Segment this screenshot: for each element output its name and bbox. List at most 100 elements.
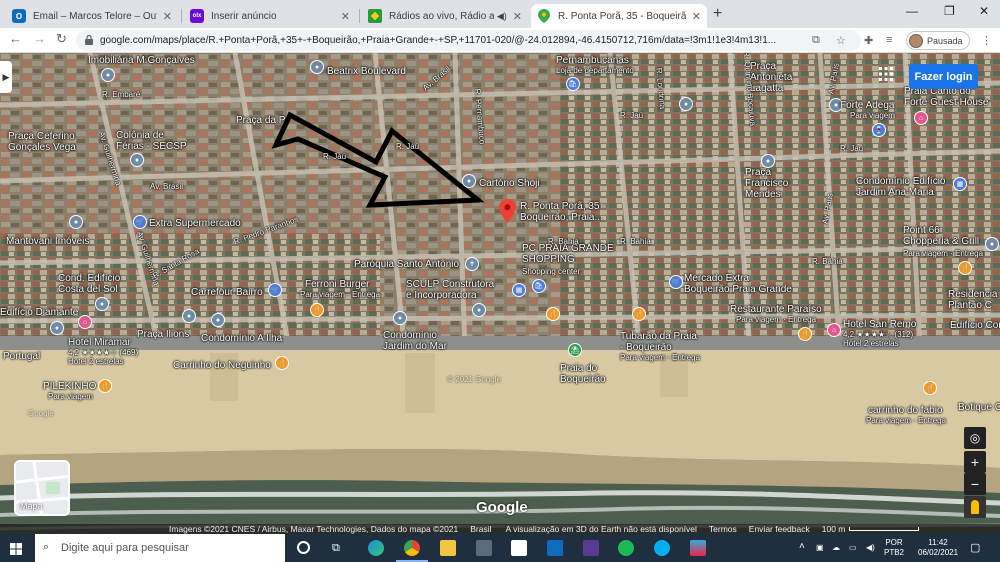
place-label[interactable]: Paróquia Santo Antônio: [354, 259, 459, 270]
selected-location-pin[interactable]: [499, 199, 516, 223]
place-label[interactable]: SCULP Construtora e Incorporadora: [406, 279, 494, 301]
reading-list-icon[interactable]: ≡: [886, 34, 892, 46]
restaurant-icon[interactable]: 🍴: [98, 379, 112, 393]
restaurant-icon[interactable]: 🍴: [958, 261, 972, 275]
place-label[interactable]: Imobiliária M.Gonçalves: [88, 55, 195, 66]
restaurant-icon[interactable]: 🍴: [923, 381, 937, 395]
place-label[interactable]: Carrinho do Neguinho: [173, 360, 271, 371]
place-label[interactable]: Mercado Extra Boqueirão Praia Grande: [684, 273, 792, 295]
tab-maps[interactable]: R. Ponta Porã, 35 - Boqueirão - G ✕: [531, 4, 707, 28]
shopping-cart-icon[interactable]: 🛒: [669, 275, 683, 289]
close-icon[interactable]: ✕: [692, 10, 701, 23]
collapse-panel-tab[interactable]: ▶: [0, 61, 12, 93]
place-pin-icon[interactable]: ●: [985, 237, 999, 251]
close-icon[interactable]: ✕: [513, 10, 522, 23]
jw-library-icon[interactable]: [583, 540, 599, 556]
place-label[interactable]: Point 66 Chopperia & Grill: [903, 225, 979, 247]
place-label[interactable]: Condomínio Jardim do Mar: [383, 330, 447, 352]
place-pin-icon[interactable]: ●: [101, 68, 115, 82]
place-label[interactable]: Praça Ceferino Gonçales Vega: [8, 131, 76, 153]
place-label[interactable]: Beatrix Boulevard: [327, 66, 406, 77]
sign-in-button[interactable]: Fazer login: [909, 64, 978, 89]
beach-icon[interactable]: ⛱: [568, 343, 582, 357]
language-indicator[interactable]: POR PTB2: [884, 538, 904, 558]
share-icon[interactable]: ⧉: [812, 34, 820, 47]
place-label[interactable]: Hotel Miramar: [68, 337, 131, 348]
mail-icon[interactable]: [547, 540, 563, 556]
place-label[interactable]: carrinho do fabio: [868, 405, 943, 416]
place-label[interactable]: Ferroni Burger: [305, 279, 369, 290]
address-bar[interactable]: google.com/maps/place/R.+Ponta+Porã,+35+…: [76, 30, 861, 51]
place-label[interactable]: PILEKINHO: [43, 381, 96, 392]
place-label[interactable]: Carrefour Bairro: [191, 287, 263, 298]
calculator-icon[interactable]: [476, 540, 492, 556]
cloud-icon[interactable]: ☁: [832, 543, 840, 552]
place-label[interactable]: Praia Canto do Forte Guest House: [904, 86, 988, 108]
tray-chevron-icon[interactable]: ˄: [799, 541, 805, 552]
place-label[interactable]: Cond. Edifício Costa del Sol: [58, 273, 120, 295]
restaurant-icon[interactable]: 🍴: [275, 356, 289, 370]
close-icon[interactable]: ✕: [341, 10, 350, 23]
extensions-icon[interactable]: ✚: [864, 34, 873, 47]
place-label[interactable]: Praça da P: [236, 115, 285, 126]
place-pin-icon[interactable]: ●: [211, 313, 225, 327]
cortana-icon[interactable]: [297, 541, 310, 554]
place-label[interactable]: Restaurante Paraíso: [730, 304, 822, 315]
place-label[interactable]: Forte Adega: [840, 100, 894, 111]
building-icon[interactable]: ▦: [512, 283, 526, 297]
place-label[interactable]: Praça Francisco Mendes: [745, 167, 788, 200]
restaurant-icon[interactable]: 🍴: [632, 307, 646, 321]
bookmark-star-icon[interactable]: ☆: [836, 34, 846, 47]
close-icon[interactable]: ✕: [163, 10, 172, 23]
minimize-icon[interactable]: —: [906, 4, 918, 18]
place-label[interactable]: Condomínio A Ilha: [201, 333, 282, 344]
edge-icon[interactable]: [368, 540, 384, 556]
place-label[interactable]: Portugal: [3, 351, 40, 362]
place-label[interactable]: Cartório Shoji: [479, 178, 540, 189]
satellite-map[interactable]: ▶ Imobiliária M.Gonçalves ● ● Beatrix Bo…: [0, 53, 1000, 534]
shopping-icon[interactable]: 🛍: [532, 279, 546, 293]
place-pin-icon[interactable]: ●: [393, 311, 407, 325]
place-label[interactable]: Mantovani Imóveis: [6, 236, 89, 247]
place-label[interactable]: Condomínio Edifício Jardim Ana Maria: [856, 176, 946, 198]
place-pin-icon[interactable]: ●: [310, 60, 324, 74]
apps-grid-icon[interactable]: [879, 67, 893, 81]
place-label[interactable]: Colônia de Férias - SECSP: [116, 130, 187, 152]
place-pin-icon[interactable]: ●: [462, 174, 476, 188]
place-label[interactable]: Edifício Con: [950, 320, 1000, 331]
place-pin-icon[interactable]: ●: [130, 153, 144, 167]
church-icon[interactable]: ✝: [465, 257, 479, 271]
network-icon[interactable]: ▭: [849, 543, 857, 552]
place-label[interactable]: Hotel San Remo: [843, 319, 916, 330]
windows-start-icon[interactable]: [10, 542, 22, 555]
selected-location-label[interactable]: R. Ponta Porã, 35 - Boqueirão, Praia...: [520, 201, 606, 223]
zoom-in-button[interactable]: +: [964, 451, 986, 473]
place-label[interactable]: Praça Ilions: [137, 329, 189, 340]
hotel-icon[interactable]: ⌂: [914, 111, 928, 125]
shopping-icon[interactable]: 🛍: [566, 77, 580, 91]
place-label[interactable]: Residencia Plantão C: [948, 289, 997, 311]
reload-icon[interactable]: ↻: [56, 31, 67, 47]
chrome-icon[interactable]: [404, 540, 420, 556]
shopping-cart-icon[interactable]: 🛒: [133, 215, 147, 229]
task-view-icon[interactable]: ⧉: [332, 542, 340, 555]
country-link[interactable]: Brasil: [470, 524, 491, 534]
place-label[interactable]: Extra Supermercado: [149, 218, 241, 229]
terms-link[interactable]: Termos: [709, 524, 737, 534]
clock[interactable]: 11:42 06/02/2021: [918, 538, 958, 558]
back-icon[interactable]: ←: [9, 31, 22, 46]
place-pin-icon[interactable]: ●: [50, 321, 64, 335]
place-pin-icon[interactable]: ●: [69, 215, 83, 229]
hotel-icon[interactable]: ⌂: [78, 315, 92, 329]
place-label[interactable]: Tubarão da Praia - Boqueirão: [620, 331, 697, 353]
restaurant-icon[interactable]: 🍴: [798, 327, 812, 341]
place-label[interactable]: Praia do Boqueirão: [560, 363, 606, 385]
place-pin-icon[interactable]: ●: [472, 303, 486, 317]
camera-icon[interactable]: ▣: [816, 543, 824, 552]
building-icon[interactable]: ▦: [953, 177, 967, 191]
restaurant-icon[interactable]: 🍴: [546, 307, 560, 321]
skype-icon[interactable]: [654, 540, 670, 556]
street-view-pegman-icon[interactable]: [964, 496, 986, 518]
zoom-out-button[interactable]: −: [964, 473, 986, 495]
tab-olx[interactable]: olx Inserir anúncio ✕: [184, 4, 356, 28]
